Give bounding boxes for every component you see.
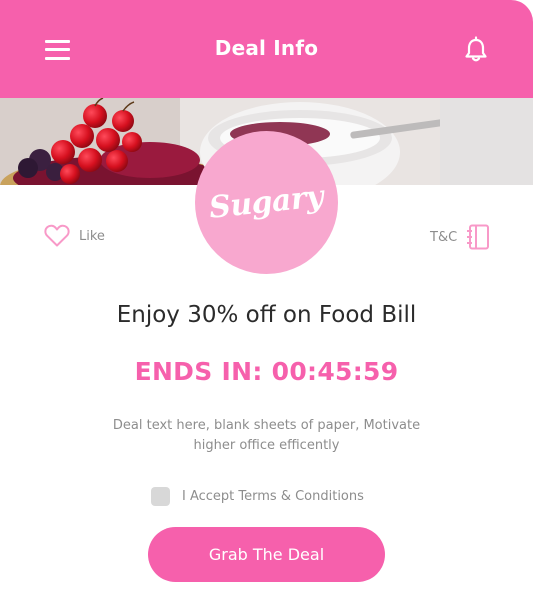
brand-logo-text: Sugary — [207, 179, 326, 226]
deal-info-screen: Deal Info Sugary Like T&C Enjoy 30% off … — [0, 0, 533, 615]
page-title: Deal Info — [214, 36, 319, 60]
notebook-icon — [467, 224, 490, 250]
tc-label: T&C — [430, 229, 458, 245]
like-label: Like — [79, 228, 105, 244]
brand-logo: Sugary — [195, 131, 338, 274]
deal-description: Deal text here, blank sheets of paper, M… — [112, 418, 421, 453]
app-header: Deal Info — [0, 0, 533, 98]
like-button[interactable]: Like — [44, 224, 105, 248]
terms-label: I Accept Terms & Conditions — [182, 489, 364, 504]
terms-row: I Accept Terms & Conditions — [151, 487, 364, 506]
terms-checkbox[interactable] — [151, 487, 170, 506]
bell-icon[interactable] — [462, 36, 490, 64]
heart-icon — [44, 224, 70, 247]
countdown-timer: ENDS IN: 00:45:59 — [134, 357, 399, 386]
terms-button[interactable]: T&C — [430, 224, 490, 250]
grab-deal-button[interactable]: Grab The Deal — [148, 527, 385, 582]
deal-headline: Enjoy 30% off on Food Bill — [116, 302, 417, 328]
